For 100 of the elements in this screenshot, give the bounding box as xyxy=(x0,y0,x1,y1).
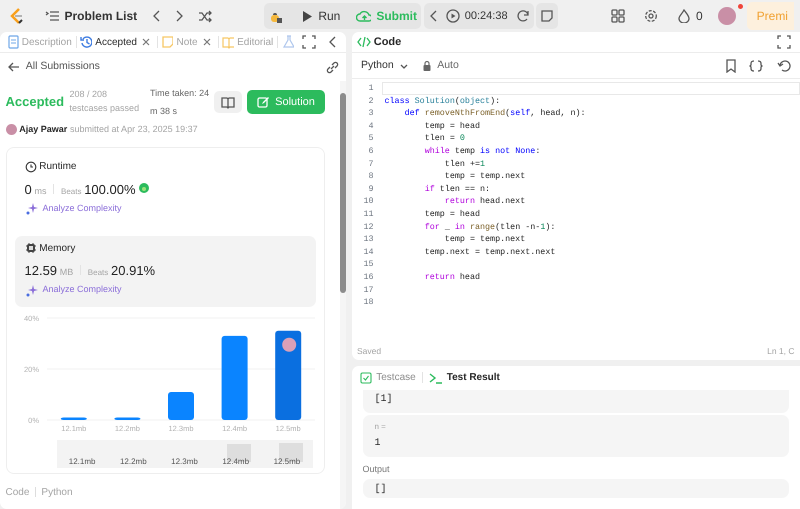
note-icon xyxy=(540,9,554,23)
line-number: 17 xyxy=(362,284,374,296)
run-button[interactable]: Run xyxy=(297,5,344,27)
avatar xyxy=(282,338,296,352)
flask-icon xyxy=(282,35,294,49)
settings-icon xyxy=(644,9,658,23)
code-line: tlen +=1 xyxy=(444,158,486,170)
code-icon xyxy=(357,35,371,49)
value-text: [] xyxy=(374,484,387,495)
tab[interactable]: Test Result xyxy=(422,370,506,385)
beats-label: Beats xyxy=(88,267,108,279)
metric-title: Memory xyxy=(39,242,76,256)
expand-icon xyxy=(776,35,790,49)
code-line: temp = temp.next xyxy=(444,233,526,246)
line-number: 12 xyxy=(362,220,374,234)
metric-value: 0 xyxy=(24,180,32,198)
link-icon xyxy=(325,60,340,74)
code-line: tlen = 0 xyxy=(424,132,466,145)
param-name: n = xyxy=(374,421,387,434)
axis-label: 12.5mb xyxy=(272,456,302,468)
chip-icon xyxy=(24,242,36,254)
chevron-left-icon xyxy=(150,9,161,23)
edit-icon xyxy=(257,95,270,108)
line-number: 4 xyxy=(367,120,374,132)
code-line: for _ in range(tlen -n-1): xyxy=(424,220,556,234)
metric-unit: ms xyxy=(34,184,46,198)
line-number: 13 xyxy=(362,233,374,246)
document-icon xyxy=(6,35,19,49)
axis-label: 12.4mb xyxy=(221,456,250,468)
auto-mode-toggle[interactable]: Auto xyxy=(418,56,463,76)
metric-value: 12.59 xyxy=(24,262,58,280)
sparkle-icon xyxy=(24,284,38,296)
testcases-text: 208 / 208 testcases passed xyxy=(70,88,140,115)
code-line: temp = head xyxy=(424,120,481,132)
language-dropdown[interactable]: Python xyxy=(357,56,413,76)
tab[interactable]: Accepted xyxy=(76,34,141,50)
problem-list-button[interactable]: Problem List xyxy=(40,5,142,27)
bar[interactable] xyxy=(168,392,194,420)
code-line: while temp is not None: xyxy=(424,144,542,158)
save-status: Saved xyxy=(357,344,382,358)
line-number: 10 xyxy=(362,195,374,208)
axis-label: 12.3mb xyxy=(170,456,199,468)
close-icon[interactable] xyxy=(140,37,151,47)
line-number: 3 xyxy=(367,107,374,120)
code-line: temp = head xyxy=(424,208,481,221)
author-name[interactable]: Ajay Pawar xyxy=(19,122,68,136)
chevron-left-icon xyxy=(326,35,336,49)
metric-title: Runtime xyxy=(39,160,76,174)
bar[interactable] xyxy=(221,336,248,420)
streak-button[interactable]: 0 xyxy=(672,5,707,27)
note-icon xyxy=(161,35,174,49)
code-line: temp = temp.next xyxy=(444,170,526,183)
chevron-left-icon xyxy=(428,9,438,23)
shuffle-icon xyxy=(198,9,212,23)
sparkle-icon xyxy=(24,202,38,215)
close-icon[interactable] xyxy=(202,37,212,47)
code-line: class Solution(object): xyxy=(384,94,502,108)
braces-icon xyxy=(749,58,763,72)
code-line: return head.next xyxy=(444,195,526,208)
metric-unit: MB xyxy=(60,266,74,279)
line-number: 18 xyxy=(362,296,374,309)
line-number: 14 xyxy=(362,246,374,258)
timer-icon xyxy=(446,9,460,23)
undo-icon xyxy=(776,58,790,72)
line-number: 5 xyxy=(367,132,374,145)
avatar xyxy=(6,124,16,135)
analyze-complexity-link[interactable]: Analyze Complexity xyxy=(24,202,122,216)
code-line: def removeNthFromEnd(self, head, n): xyxy=(404,107,587,120)
chart-overview[interactable]: 12.1mb 12.2mb 12.3mb 12.4mb 12.5mb xyxy=(56,440,312,468)
grid-icon xyxy=(610,9,625,23)
section-label: Code xyxy=(6,486,30,500)
code-line: return head xyxy=(424,270,481,284)
time-taken-text: Time taken: 24 m 38 s xyxy=(150,86,210,118)
reset-icon xyxy=(516,9,530,23)
line-number: 7 xyxy=(367,158,374,170)
language-label: Python xyxy=(41,486,73,500)
line-number: 2 xyxy=(367,94,374,108)
checkbox-icon xyxy=(360,372,372,384)
scrollbar[interactable] xyxy=(340,81,346,509)
bookmark-icon xyxy=(724,58,736,72)
editorial-button[interactable] xyxy=(214,90,242,113)
expand-icon xyxy=(302,35,316,49)
output-label: Output xyxy=(362,462,391,476)
metric-panel[interactable]: Memory 12.59 MB Beats 20.91% Analyze Complexity xyxy=(14,236,316,307)
line-number: 8 xyxy=(367,170,374,183)
bar[interactable] xyxy=(114,417,140,420)
bar[interactable] xyxy=(60,417,86,420)
line-number: 11 xyxy=(362,208,374,221)
bar[interactable] xyxy=(274,330,301,420)
value-text: [1] xyxy=(374,394,393,404)
analyze-complexity-link[interactable]: Analyze Complexity xyxy=(24,283,122,297)
line-number: 16 xyxy=(362,270,374,284)
metric-panel[interactable]: Runtime 0 ms Beats 100.00% Analyze Complexity xyxy=(14,154,316,226)
beats-value: 100.00% xyxy=(84,180,136,198)
all-submissions-link[interactable]: All Submissions xyxy=(2,57,104,77)
cursor-position: Ln 1, C xyxy=(767,344,794,358)
clock-icon xyxy=(24,160,36,172)
list-icon xyxy=(44,9,60,23)
lock-icon xyxy=(422,60,432,72)
line-number: 6 xyxy=(367,144,374,158)
